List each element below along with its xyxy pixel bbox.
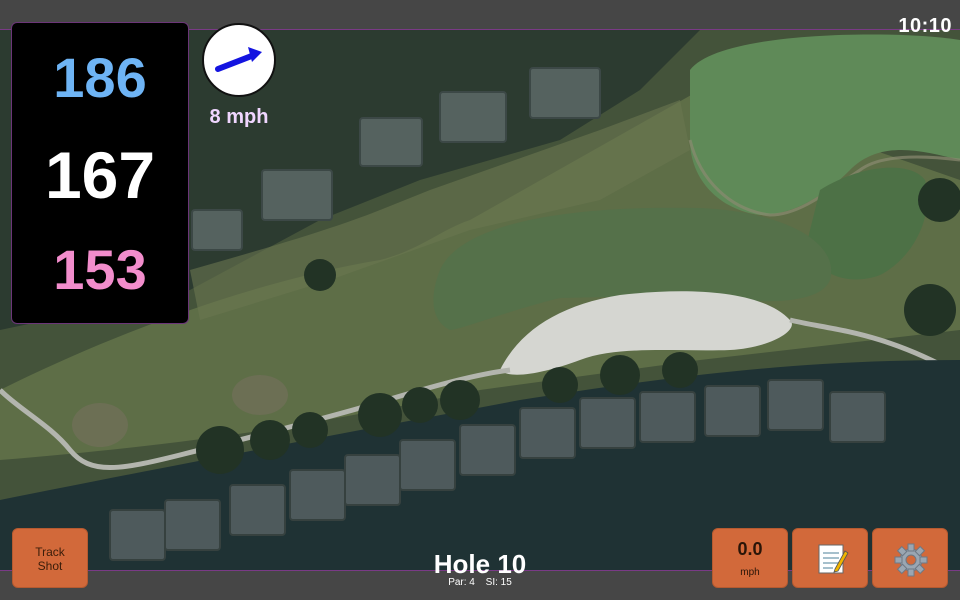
notepad-icon: [818, 544, 849, 574]
hole-title: Hole 10: [433, 549, 527, 579]
yardage-middle: 167: [44, 138, 156, 212]
yardage-front: 153: [53, 238, 147, 301]
gear-icon: [894, 543, 928, 577]
track-shot-label-line2: Shot: [37, 559, 63, 573]
settings-button[interactable]: [872, 528, 948, 588]
hole-info: Par: 4 SI: 15: [380, 577, 580, 588]
speed-button[interactable]: 0.0 mph: [712, 528, 788, 588]
speed-unit: mph: [740, 567, 760, 578]
wind-speed: 8 mph: [209, 106, 269, 128]
stroke-index-label: SI: 15: [485, 577, 512, 588]
speed-value: 0.0: [737, 539, 763, 559]
notes-button[interactable]: [792, 528, 868, 588]
yardage-back: 186: [53, 46, 147, 109]
yardage-panel: 186 167 153: [11, 22, 189, 324]
wind-direction-dial: [202, 23, 276, 97]
track-shot-button[interactable]: Track Shot: [12, 528, 88, 588]
track-shot-label-line1: Track: [35, 545, 65, 559]
wind-arrow-icon: [215, 47, 262, 72]
par-label: Par: 4: [448, 577, 475, 588]
clock: 10:10: [898, 15, 952, 37]
